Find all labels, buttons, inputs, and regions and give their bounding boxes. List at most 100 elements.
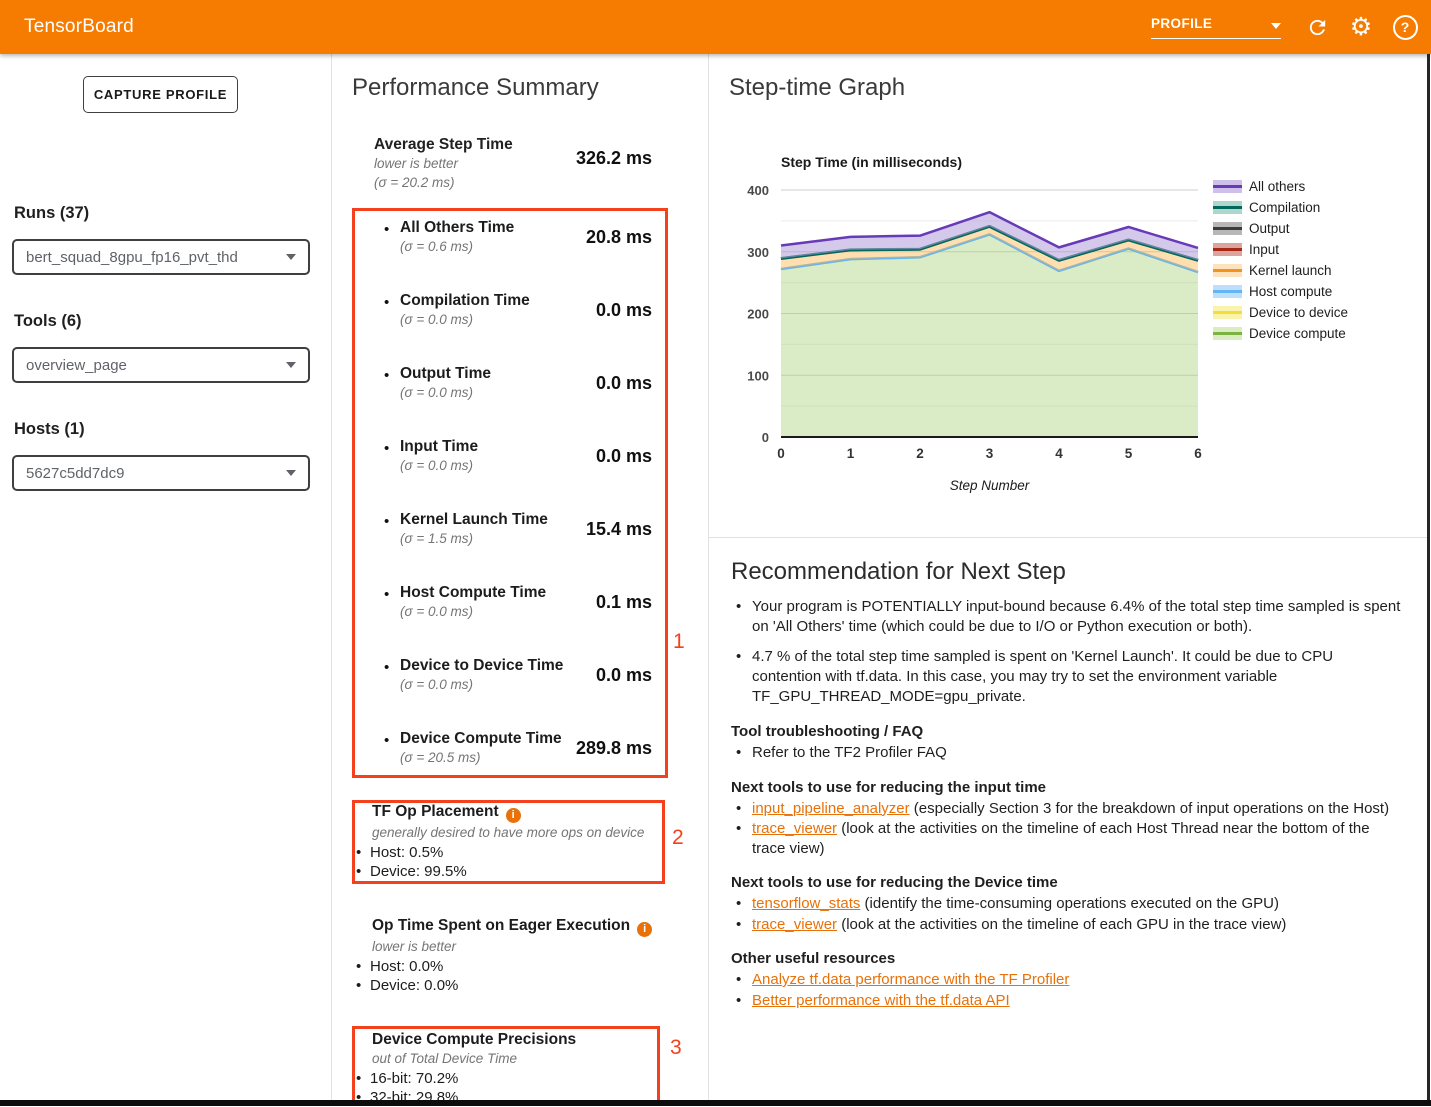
- metric-label: Host Compute Time(σ = 0.0 ms): [400, 583, 546, 621]
- average-step-time-sigma: (σ = 20.2 ms): [374, 175, 455, 190]
- bullet: •: [356, 862, 361, 881]
- metric-row: •Device Compute Time(σ = 20.5 ms)289.8 m…: [332, 729, 708, 801]
- dashboard-selector[interactable]: PROFILE: [1151, 16, 1281, 39]
- x-tick-label: 2: [916, 446, 924, 461]
- metric-row: •Host Compute Time(σ = 0.0 ms)0.1 ms: [332, 583, 708, 655]
- metric-row: •All Others Time(σ = 0.6 ms)20.8 ms: [332, 218, 708, 290]
- y-tick-label: 200: [747, 307, 769, 322]
- metric-sigma: (σ = 1.5 ms): [400, 531, 473, 546]
- item-text: (look at the activities on the timeline …: [837, 916, 1286, 933]
- app-bar: TensorBoard PROFILE ⚙ ?: [0, 0, 1431, 54]
- item-text: (identify the time-consuming operations …: [860, 895, 1279, 912]
- refresh-button[interactable]: [1303, 13, 1331, 41]
- tool-link[interactable]: trace_viewer: [752, 916, 837, 933]
- app-bar-actions: PROFILE ⚙ ?: [1151, 0, 1419, 54]
- legend-label: Device to device: [1249, 305, 1348, 320]
- y-tick-label: 100: [747, 368, 769, 383]
- legend-label: Compilation: [1249, 200, 1320, 215]
- tf-op-placement-host: •Host: 0.5%: [352, 843, 684, 862]
- recommendation-section-list: • tensorflow_stats (identify the time-con…: [731, 894, 1402, 934]
- x-tick-label: 4: [1055, 446, 1063, 461]
- recommendation-section-list: • input_pipeline_analyzer (especially Sec…: [731, 799, 1402, 859]
- tools-dropdown[interactable]: overview_page: [12, 347, 310, 383]
- recommendation-section-heading: Tool troubleshooting / FAQ: [731, 722, 1402, 741]
- metric-value: 0.0 ms: [596, 446, 652, 467]
- compute-precisions-title: Device Compute Precisions: [372, 1030, 684, 1049]
- runs-label: Runs (37): [14, 204, 89, 223]
- bullet: •: [736, 894, 741, 914]
- help-icon: ?: [1393, 15, 1418, 40]
- annotation-label-1: 1: [673, 630, 685, 654]
- item-text: Refer to the TF2 Profiler FAQ: [752, 744, 947, 761]
- recommendation-item: • Better performance with the tf.data API: [731, 991, 1402, 1011]
- tool-link[interactable]: Analyze tf.data performance with the TF …: [752, 971, 1069, 988]
- compute-precisions-section: Device Compute Precisions out of Total D…: [352, 1030, 684, 1107]
- metric-sigma: (σ = 0.0 ms): [400, 312, 473, 327]
- bullet: •: [736, 799, 741, 819]
- y-tick-label: 300: [747, 245, 769, 260]
- metric-value: 0.0 ms: [596, 665, 652, 686]
- bullet: •: [384, 294, 389, 311]
- bullet: •: [736, 991, 741, 1011]
- capture-profile-button[interactable]: CAPTURE PROFILE: [83, 76, 238, 113]
- annotation-label-2: 2: [672, 826, 684, 850]
- metric-label: All Others Time(σ = 0.6 ms): [400, 218, 514, 256]
- chart-legend: All othersCompilationOutputInputKernel l…: [1213, 180, 1348, 340]
- metric-sigma: (σ = 20.5 ms): [400, 750, 481, 765]
- tools-label: Tools (6): [14, 312, 82, 331]
- legend-item: Kernel launch: [1213, 264, 1348, 277]
- metric-value: 0.0 ms: [596, 300, 652, 321]
- recommendation-item: •Analyze tf.data performance with the TF…: [731, 970, 1402, 990]
- average-step-time-value: 326.2 ms: [576, 148, 652, 169]
- recommendation-bullet: •Your program is POTENTIALLY input-bound…: [731, 597, 1402, 637]
- metric-row: •Output Time(σ = 0.0 ms)0.0 ms: [332, 364, 708, 436]
- tool-link[interactable]: tensorflow_stats: [752, 895, 860, 912]
- metric-value: 15.4 ms: [586, 519, 652, 540]
- runs-dropdown[interactable]: bert_squad_8gpu_fp16_pvt_thd: [12, 239, 310, 275]
- metric-value: 0.1 ms: [596, 592, 652, 613]
- window-bottom-edge: [0, 1100, 1431, 1106]
- bullet: •: [356, 957, 361, 976]
- sidebar: CAPTURE PROFILE Runs (37) bert_squad_8gp…: [0, 54, 332, 1106]
- info-icon[interactable]: i: [637, 922, 652, 937]
- right-panel: Step-time Graph Step Time (in millisecon…: [708, 54, 1431, 1106]
- help-button[interactable]: ?: [1391, 13, 1419, 41]
- step-time-graph-title: Step-time Graph: [729, 74, 905, 102]
- metric-label: Compilation Time(σ = 0.0 ms): [400, 291, 530, 329]
- tf-op-placement-subtitle: generally desired to have more ops on de…: [372, 824, 684, 841]
- legend-swatch-device-compute: [1213, 327, 1242, 340]
- recommendation-item: •trace_viewer (look at the activities on…: [731, 819, 1402, 858]
- info-icon[interactable]: i: [506, 808, 521, 823]
- legend-swatch-input: [1213, 243, 1242, 256]
- hosts-dropdown[interactable]: 5627c5dd7dc9: [12, 455, 310, 491]
- compute-precisions-16bit: •16-bit: 70.2%: [352, 1069, 684, 1088]
- bullet: •: [736, 647, 741, 667]
- performance-summary-title: Performance Summary: [352, 74, 599, 102]
- recommendation-bullet: •4.7 % of the total step time sampled is…: [731, 647, 1402, 707]
- window-right-edge: [1427, 54, 1430, 1106]
- refresh-icon: [1306, 16, 1329, 39]
- tool-link[interactable]: Better performance with the tf.data API: [752, 992, 1010, 1009]
- tf-op-placement-title: TF Op Placementi: [372, 802, 684, 823]
- metric-sigma: (σ = 0.0 ms): [400, 677, 473, 692]
- bullet: •: [736, 819, 741, 839]
- hosts-label: Hosts (1): [14, 420, 85, 439]
- x-tick-label: 0: [777, 446, 785, 461]
- settings-button[interactable]: ⚙: [1347, 13, 1375, 41]
- metric-sigma: (σ = 0.0 ms): [400, 385, 473, 400]
- annotation-label-3: 3: [670, 1036, 682, 1060]
- bullet: •: [384, 221, 389, 238]
- eager-execution-device: •Device: 0.0%: [352, 976, 684, 995]
- chart-title: Step Time (in milliseconds): [781, 154, 962, 170]
- metric-label: Output Time(σ = 0.0 ms): [400, 364, 491, 402]
- average-step-time-label: Average Step Time lower is better (σ = 2…: [374, 135, 513, 192]
- step-time-chart: Step Time (in milliseconds)0100200300400…: [709, 150, 1429, 540]
- recommendation-section-heading: Next tools to use for reducing the input…: [731, 778, 1402, 797]
- average-step-time-text: Average Step Time: [374, 136, 513, 153]
- tool-link[interactable]: trace_viewer: [752, 820, 837, 837]
- metric-sigma: (σ = 0.6 ms): [400, 239, 473, 254]
- eager-execution-subtitle: lower is better: [372, 938, 684, 955]
- tool-link[interactable]: input_pipeline_analyzer: [752, 800, 910, 817]
- recommendation-section: Recommendation for Next Step •Your progr…: [709, 538, 1428, 1100]
- item-text: (especially Section 3 for the breakdown …: [910, 800, 1389, 817]
